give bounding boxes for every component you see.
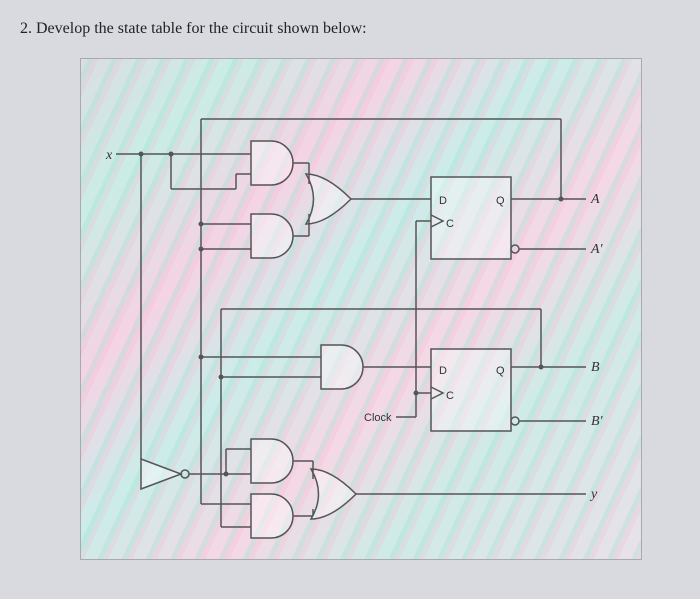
- label-ff-b-D: D: [439, 365, 447, 377]
- or-gate-top: [306, 174, 351, 224]
- circuit-diagram: x D Q C: [80, 58, 642, 560]
- label-ff-b-Q: Q: [496, 365, 505, 377]
- label-clock: Clock: [364, 412, 392, 424]
- label-x: x: [105, 148, 113, 163]
- and-gate-1: [251, 141, 293, 185]
- label-ff-b-C: C: [446, 390, 454, 402]
- and-gate-5: [251, 494, 293, 538]
- label-Aprime: A': [590, 242, 604, 257]
- label-y: y: [589, 487, 598, 502]
- question-number: 2.: [20, 20, 32, 37]
- question-text: Develop the state table for the circuit …: [36, 20, 367, 37]
- label-B: B: [591, 360, 600, 375]
- label-ff-a-C: C: [446, 218, 454, 230]
- label-Bprime: B': [591, 414, 604, 429]
- flipflop-A: [431, 177, 511, 259]
- label-A: A: [590, 192, 600, 207]
- label-ff-a-D: D: [439, 195, 447, 207]
- and-gate-3: [321, 345, 363, 389]
- and-gate-2: [251, 214, 293, 258]
- flipflop-B: [431, 349, 511, 431]
- or-gate-bottom: [311, 469, 356, 519]
- question-prompt: 2. Develop the state table for the circu…: [20, 20, 680, 38]
- not-gate: [141, 459, 181, 489]
- label-ff-a-Q: Q: [496, 195, 505, 207]
- circuit-svg: x D Q C: [81, 59, 641, 559]
- and-gate-4: [251, 439, 293, 483]
